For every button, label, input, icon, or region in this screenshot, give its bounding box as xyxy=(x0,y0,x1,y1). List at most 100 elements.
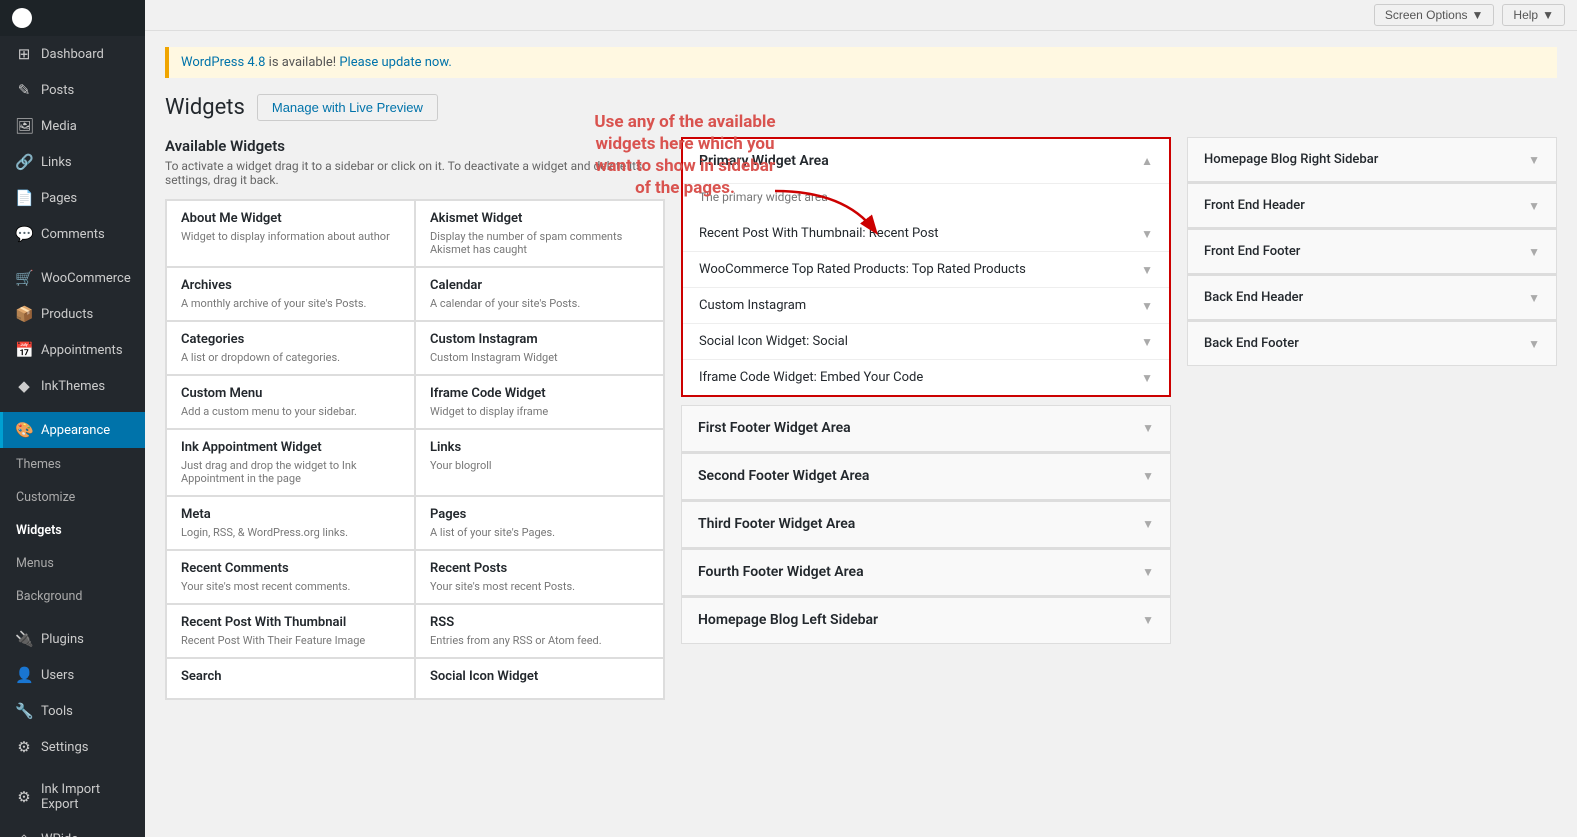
list-item[interactable]: Social Icon Widget: Social ▼ xyxy=(683,324,1169,360)
list-item[interactable]: About Me Widget Widget to display inform… xyxy=(166,200,415,267)
list-item[interactable]: Akismet Widget Display the number of spa… xyxy=(415,200,664,267)
list-item[interactable]: Calendar A calendar of your site's Posts… xyxy=(415,267,664,321)
page-title-row: Widgets Manage with Live Preview xyxy=(165,94,1557,121)
sidebar-item-plugins[interactable]: 🔌 Plugins xyxy=(0,621,145,657)
widget-row-name: Social Icon Widget: Social xyxy=(699,334,848,349)
list-item[interactable]: Links Your blogroll xyxy=(415,429,664,496)
sidebar-logo xyxy=(0,0,145,36)
sidebar-subitem-background[interactable]: Background xyxy=(0,580,145,613)
sidebar-item-dashboard[interactable]: ⊞ Dashboard xyxy=(0,36,145,72)
widget-name: Social Icon Widget xyxy=(430,669,649,684)
inkthemes-icon: ◆ xyxy=(15,377,33,395)
widget-desc: Your site's most recent comments. xyxy=(181,580,400,593)
sidebar-item-ink-import-export[interactable]: ⚙ Ink Import Export xyxy=(0,773,145,821)
fourth-footer-widget-area-header[interactable]: Fourth Footer Widget Area ▼ xyxy=(682,550,1170,595)
chevron-down-icon: ▼ xyxy=(1141,335,1153,349)
sidebar-item-label: Plugins xyxy=(41,632,84,647)
right-area-title: Back End Footer xyxy=(1204,336,1299,351)
right-area-title: Homepage Blog Right Sidebar xyxy=(1204,152,1378,167)
list-item[interactable]: Meta Login, RSS, & WordPress.org links. xyxy=(166,496,415,550)
sidebar-item-media[interactable]: 🖼 Media xyxy=(0,108,145,144)
sidebar-item-inkthemes[interactable]: ◆ InkThemes xyxy=(0,368,145,404)
right-area-title: Front End Footer xyxy=(1204,244,1300,259)
list-item[interactable]: RSS Entries from any RSS or Atom feed. xyxy=(415,604,664,658)
list-item[interactable]: Recent Posts Your site's most recent Pos… xyxy=(415,550,664,604)
sidebar-item-wpide[interactable]: ◇ WPide xyxy=(0,821,145,837)
appearance-icon: 🎨 xyxy=(15,421,33,439)
widget-desc: Display the number of spam comments Akis… xyxy=(430,230,649,256)
homepage-blog-right-sidebar-header[interactable]: Homepage Blog Right Sidebar ▼ xyxy=(1188,138,1556,181)
list-item[interactable]: Social Icon Widget xyxy=(415,658,664,699)
screen-options-btn[interactable]: Screen Options ▼ xyxy=(1374,4,1495,26)
chevron-down-icon: ▼ xyxy=(1141,263,1153,277)
first-footer-widget-area-header[interactable]: First Footer Widget Area ▼ xyxy=(682,406,1170,451)
sidebar-subitem-customize[interactable]: Customize xyxy=(0,481,145,514)
list-item[interactable]: Ink Appointment Widget Just drag and dro… xyxy=(166,429,415,496)
front-end-footer-area-header[interactable]: Front End Footer ▼ xyxy=(1188,230,1556,273)
main-content: WordPress 4.8 is available! Please updat… xyxy=(145,31,1577,837)
back-end-header-area-header[interactable]: Back End Header ▼ xyxy=(1188,276,1556,319)
widget-desc: Add a custom menu to your sidebar. xyxy=(181,405,400,418)
list-item[interactable]: Iframe Code Widget: Embed Your Code ▼ xyxy=(683,360,1169,395)
list-item[interactable]: Iframe Code Widget Widget to display ifr… xyxy=(415,375,664,429)
second-footer-widget-area-header[interactable]: Second Footer Widget Area ▼ xyxy=(682,454,1170,499)
list-item[interactable]: Recent Post With Thumbnail: Recent Post … xyxy=(683,216,1169,252)
help-btn[interactable]: Help ▼ xyxy=(1502,4,1565,26)
list-item[interactable]: Custom Instagram ▼ xyxy=(683,288,1169,324)
second-footer-title: Second Footer Widget Area xyxy=(698,468,869,484)
primary-widget-area: Primary Widget Area ▲ The primary widget… xyxy=(681,137,1171,397)
list-item[interactable]: Pages A list of your site's Pages. xyxy=(415,496,664,550)
manage-live-preview-btn[interactable]: Manage with Live Preview xyxy=(257,94,438,121)
sidebar-subitem-widgets[interactable]: Widgets xyxy=(0,514,145,547)
homepage-blog-right-sidebar: Homepage Blog Right Sidebar ▼ xyxy=(1187,137,1557,182)
sidebar-item-users[interactable]: 👤 Users xyxy=(0,657,145,693)
sidebar-item-appearance[interactable]: 🎨 Appearance xyxy=(0,412,145,448)
widget-desc: Custom Instagram Widget xyxy=(430,351,649,364)
list-item[interactable]: Recent Comments Your site's most recent … xyxy=(166,550,415,604)
primary-widget-area-header[interactable]: Primary Widget Area ▲ xyxy=(683,139,1169,184)
third-footer-title: Third Footer Widget Area xyxy=(698,516,855,532)
back-end-footer-area-header[interactable]: Back End Footer ▼ xyxy=(1188,322,1556,365)
sidebar-subitem-label: Widgets xyxy=(16,523,62,538)
wp-version-link[interactable]: WordPress 4.8 xyxy=(181,55,265,70)
front-end-footer-area: Front End Footer ▼ xyxy=(1187,229,1557,274)
fourth-footer-title: Fourth Footer Widget Area xyxy=(698,564,864,580)
sidebar-item-label: Posts xyxy=(41,83,74,98)
list-item[interactable]: Recent Post With Thumbnail Recent Post W… xyxy=(166,604,415,658)
chevron-down-icon: ▼ xyxy=(1142,421,1154,435)
sidebar-item-links[interactable]: 🔗 Links xyxy=(0,144,145,180)
widgets-grid: About Me Widget Widget to display inform… xyxy=(165,199,665,700)
widget-name: Ink Appointment Widget xyxy=(181,440,400,455)
sidebar-item-settings[interactable]: ⚙ Settings xyxy=(0,729,145,765)
sidebar-item-pages[interactable]: 📄 Pages xyxy=(0,180,145,216)
media-icon: 🖼 xyxy=(15,117,33,135)
widget-name: Recent Posts xyxy=(430,561,649,576)
list-item[interactable]: Custom Menu Add a custom menu to your si… xyxy=(166,375,415,429)
widget-row-name: Custom Instagram xyxy=(699,298,806,313)
sidebar-subitem-themes[interactable]: Themes xyxy=(0,448,145,481)
sidebar-item-label: Appearance xyxy=(41,423,110,438)
chevron-down-icon: ▼ xyxy=(1142,565,1154,579)
front-end-header-area-header[interactable]: Front End Header ▼ xyxy=(1188,184,1556,227)
page-title: Widgets xyxy=(165,95,245,120)
update-link[interactable]: Please update now. xyxy=(339,55,451,70)
sidebar-item-comments[interactable]: 💬 Comments xyxy=(0,216,145,252)
sidebar-subitem-label: Background xyxy=(16,589,82,604)
sidebar-item-products[interactable]: 📦 Products xyxy=(0,296,145,332)
sidebar-item-label: Dashboard xyxy=(41,47,104,62)
sidebar-item-appointments[interactable]: 📅 Appointments xyxy=(0,332,145,368)
sidebar-item-posts[interactable]: ✎ Posts xyxy=(0,72,145,108)
third-footer-widget-area-header[interactable]: Third Footer Widget Area ▼ xyxy=(682,502,1170,547)
list-item[interactable]: Categories A list or dropdown of categor… xyxy=(166,321,415,375)
homepage-blog-left-sidebar-header[interactable]: Homepage Blog Left Sidebar ▼ xyxy=(682,598,1170,643)
list-item[interactable]: WooCommerce Top Rated Products: Top Rate… xyxy=(683,252,1169,288)
sidebar-subitem-menus[interactable]: Menus xyxy=(0,547,145,580)
sidebar-item-tools[interactable]: 🔧 Tools xyxy=(0,693,145,729)
list-item[interactable]: Custom Instagram Custom Instagram Widget xyxy=(415,321,664,375)
widget-name: Calendar xyxy=(430,278,649,293)
list-item[interactable]: Archives A monthly archive of your site'… xyxy=(166,267,415,321)
sidebar-item-woocommerce[interactable]: 🛒 WooCommerce xyxy=(0,260,145,296)
update-notice: WordPress 4.8 is available! Please updat… xyxy=(165,47,1557,78)
first-footer-widget-area: First Footer Widget Area ▼ xyxy=(681,405,1171,452)
list-item[interactable]: Search xyxy=(166,658,415,699)
